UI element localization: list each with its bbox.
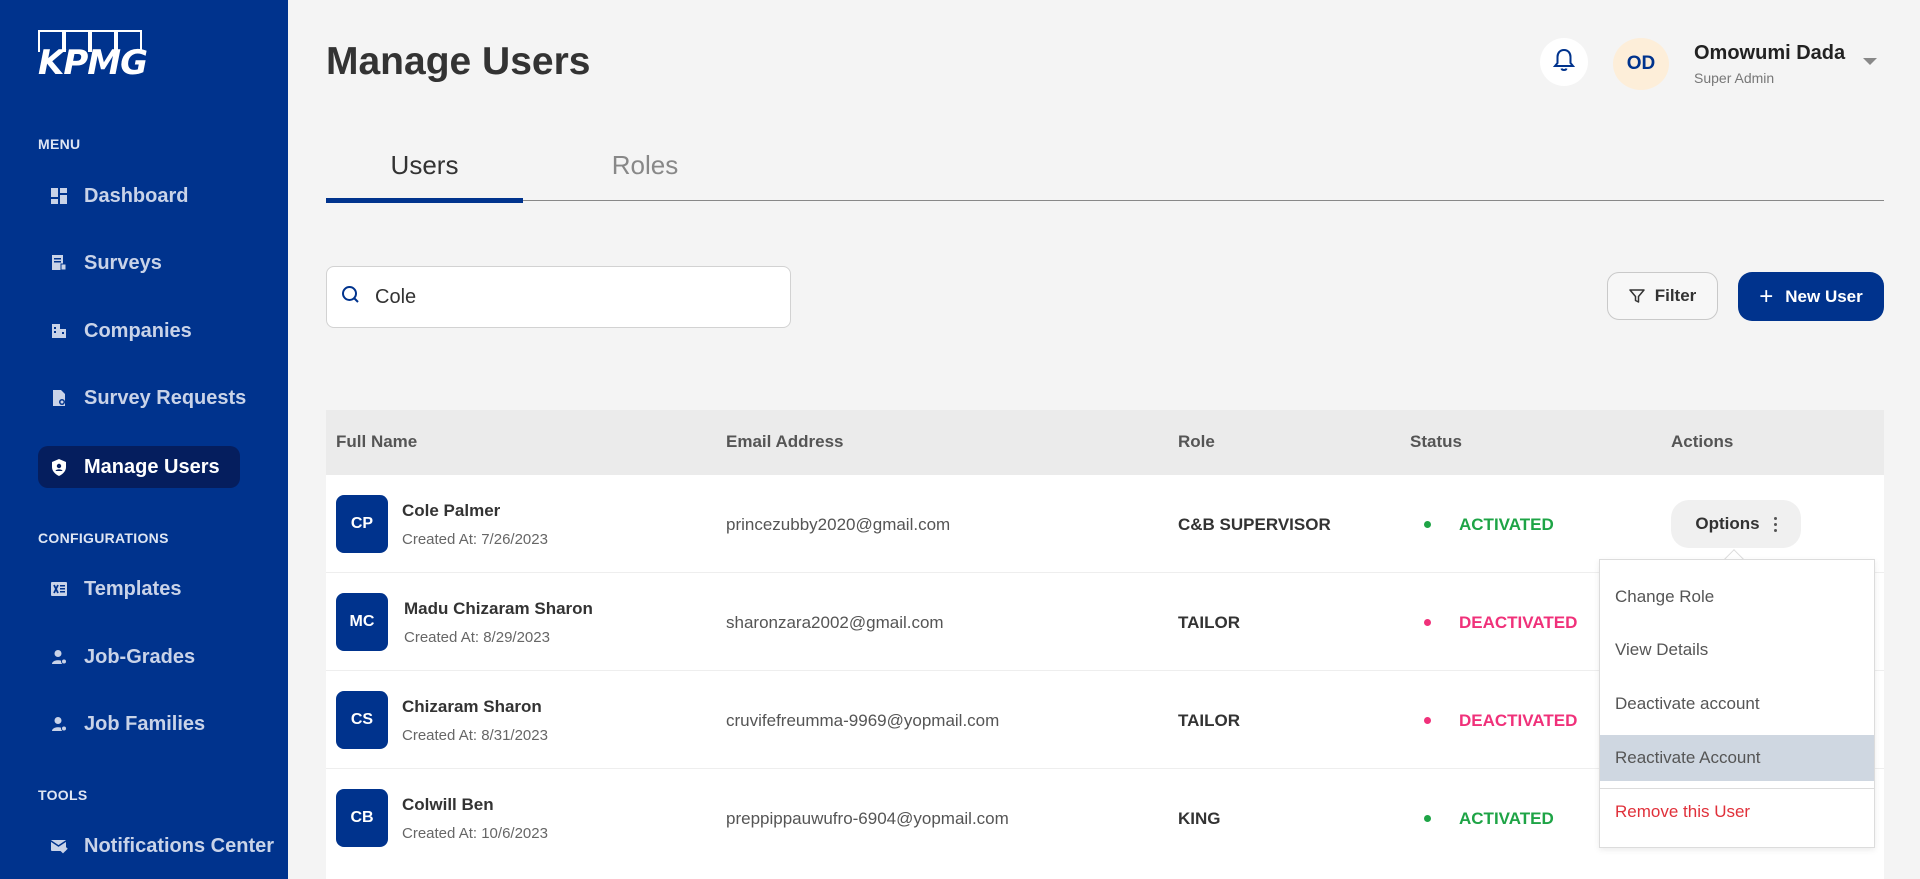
user-full-name: Madu Chizaram Sharon [404,599,593,618]
sidebar-item-label: Manage Users [84,455,220,478]
status-badge: ACTIVATED [1459,515,1554,534]
tabs-divider [326,200,1884,201]
user-initials-avatar: CB [336,789,388,847]
sidebar-item-job-families[interactable]: Job Families [38,703,240,745]
building-icon [50,322,68,340]
sidebar-item-label: Job Families [84,712,206,735]
sidebar-item-label: Companies [84,319,192,342]
menu-item-deactivate-account[interactable]: Deactivate account [1600,681,1874,727]
logo-text: KPMG [38,43,148,83]
sidebar-item-surveys[interactable]: Surveys [38,242,240,284]
user-email: sharonzara2002@gmail.com [726,613,944,632]
menu-item-view-details[interactable]: View Details [1600,627,1874,673]
user-created-date: Created At: 8/31/2023 [402,727,548,744]
app-root: KPMG MENU Dashboard Surveys Companies Su… [0,0,1920,879]
search-icon [341,285,361,310]
user-role: Super Admin [1694,70,1775,86]
user-avatar[interactable]: OD [1613,38,1669,90]
excel-icon [50,580,68,598]
user-created-date: Created At: 10/6/2023 [402,825,548,842]
sidebar-item-templates[interactable]: Templates [38,568,240,610]
user-initials-avatar: MC [336,593,388,651]
user-role-cell: KING [1178,809,1221,828]
tab-users[interactable]: Users [326,150,523,181]
plus-icon: + [1759,282,1774,310]
sidebar-item-label: Notifications Center [84,834,275,857]
page-title: Manage Users [326,40,591,83]
sidebar-item-job-grades[interactable]: Job-Grades [38,636,240,678]
notifications-button[interactable] [1540,38,1588,86]
column-header-email: Email Address [726,432,844,451]
user-initials-avatar: CP [336,495,388,553]
section-label-tools: TOOLS [38,787,88,803]
user-role-cell: TAILOR [1178,711,1241,730]
sidebar-item-companies[interactable]: Companies [38,310,240,352]
status-dot [1424,815,1431,822]
status-badge: ACTIVATED [1459,809,1554,828]
sidebar-item-label: Templates [84,577,182,600]
status-badge: DEACTIVATED [1459,711,1578,730]
user-name: Omowumi Dada [1694,42,1846,64]
mail-check-icon [50,837,68,855]
filter-label: Filter [1654,286,1697,305]
user-email: cruvifefreumma-9969@yopmail.com [726,711,1000,730]
search-box[interactable] [326,266,791,328]
status-dot [1424,521,1431,528]
status-badge: DEACTIVATED [1459,613,1578,632]
menu-item-change-role[interactable]: Change Role [1600,574,1874,620]
user-role-cell: C&B SUPERVISOR [1178,515,1331,534]
menu-item-reactivate-account[interactable]: Reactivate Account [1600,735,1874,781]
column-header-status: Status [1410,432,1462,451]
document-icon [50,389,68,407]
tab-roles[interactable]: Roles [523,150,767,181]
user-email: preppippauwufro-6904@yopmail.com [726,809,1009,828]
user-full-name: Colwill Ben [402,795,494,814]
sidebar-item-label: Surveys [84,251,162,274]
user-full-name: Chizaram Sharon [402,697,542,716]
new-user-label: New User [1785,286,1863,306]
user-initials-avatar: CS [336,691,388,749]
user-created-date: Created At: 7/26/2023 [402,531,548,548]
status-dot [1424,619,1431,626]
sidebar-item-notifications-center[interactable]: Notifications Center [38,825,278,867]
user-created-date: Created At: 8/29/2023 [404,629,550,646]
filter-button[interactable]: Filter [1607,272,1718,320]
sidebar-item-label: Survey Requests [84,386,247,409]
new-user-button[interactable]: + New User [1738,272,1884,321]
sidebar: KPMG MENU Dashboard Surveys Companies Su… [0,0,288,879]
kebab-menu-icon [1773,516,1777,532]
search-input[interactable] [375,285,755,309]
status-dot [1424,717,1431,724]
section-label-configurations: CONFIGURATIONS [38,530,169,546]
user-star-icon [50,648,68,666]
user-full-name: Cole Palmer [402,501,501,520]
user-star-icon [50,715,68,733]
filter-icon [1628,288,1645,304]
options-label: Options [1695,514,1760,533]
sidebar-item-label: Dashboard [84,184,189,207]
sidebar-item-label: Job-Grades [84,645,196,668]
active-tab-indicator [326,198,523,203]
kpmg-logo: KPMG [38,30,148,84]
sidebar-item-survey-requests[interactable]: Survey Requests [38,377,278,419]
options-button[interactable]: Options [1671,500,1801,548]
user-role-cell: TAILOR [1178,613,1241,632]
column-header-role: Role [1178,432,1215,451]
options-menu: Change Role View Details Deactivate acco… [1599,559,1875,848]
dashboard-icon [50,187,68,205]
chevron-down-icon[interactable] [1863,58,1877,65]
column-header-full-name: Full Name [336,432,418,451]
survey-icon [50,254,68,272]
column-header-actions: Actions [1671,432,1734,451]
table-header: Full Name Email Address Role Status Acti… [326,410,1884,475]
bell-icon [1552,48,1576,77]
sidebar-item-manage-users[interactable]: Manage Users [38,446,240,488]
section-label-menu: MENU [38,136,81,152]
menu-item-remove-user[interactable]: Remove this User [1600,789,1874,835]
sidebar-item-dashboard[interactable]: Dashboard [38,175,240,217]
user-email: princezubby2020@gmail.com [726,515,951,534]
shield-user-icon [50,458,68,476]
